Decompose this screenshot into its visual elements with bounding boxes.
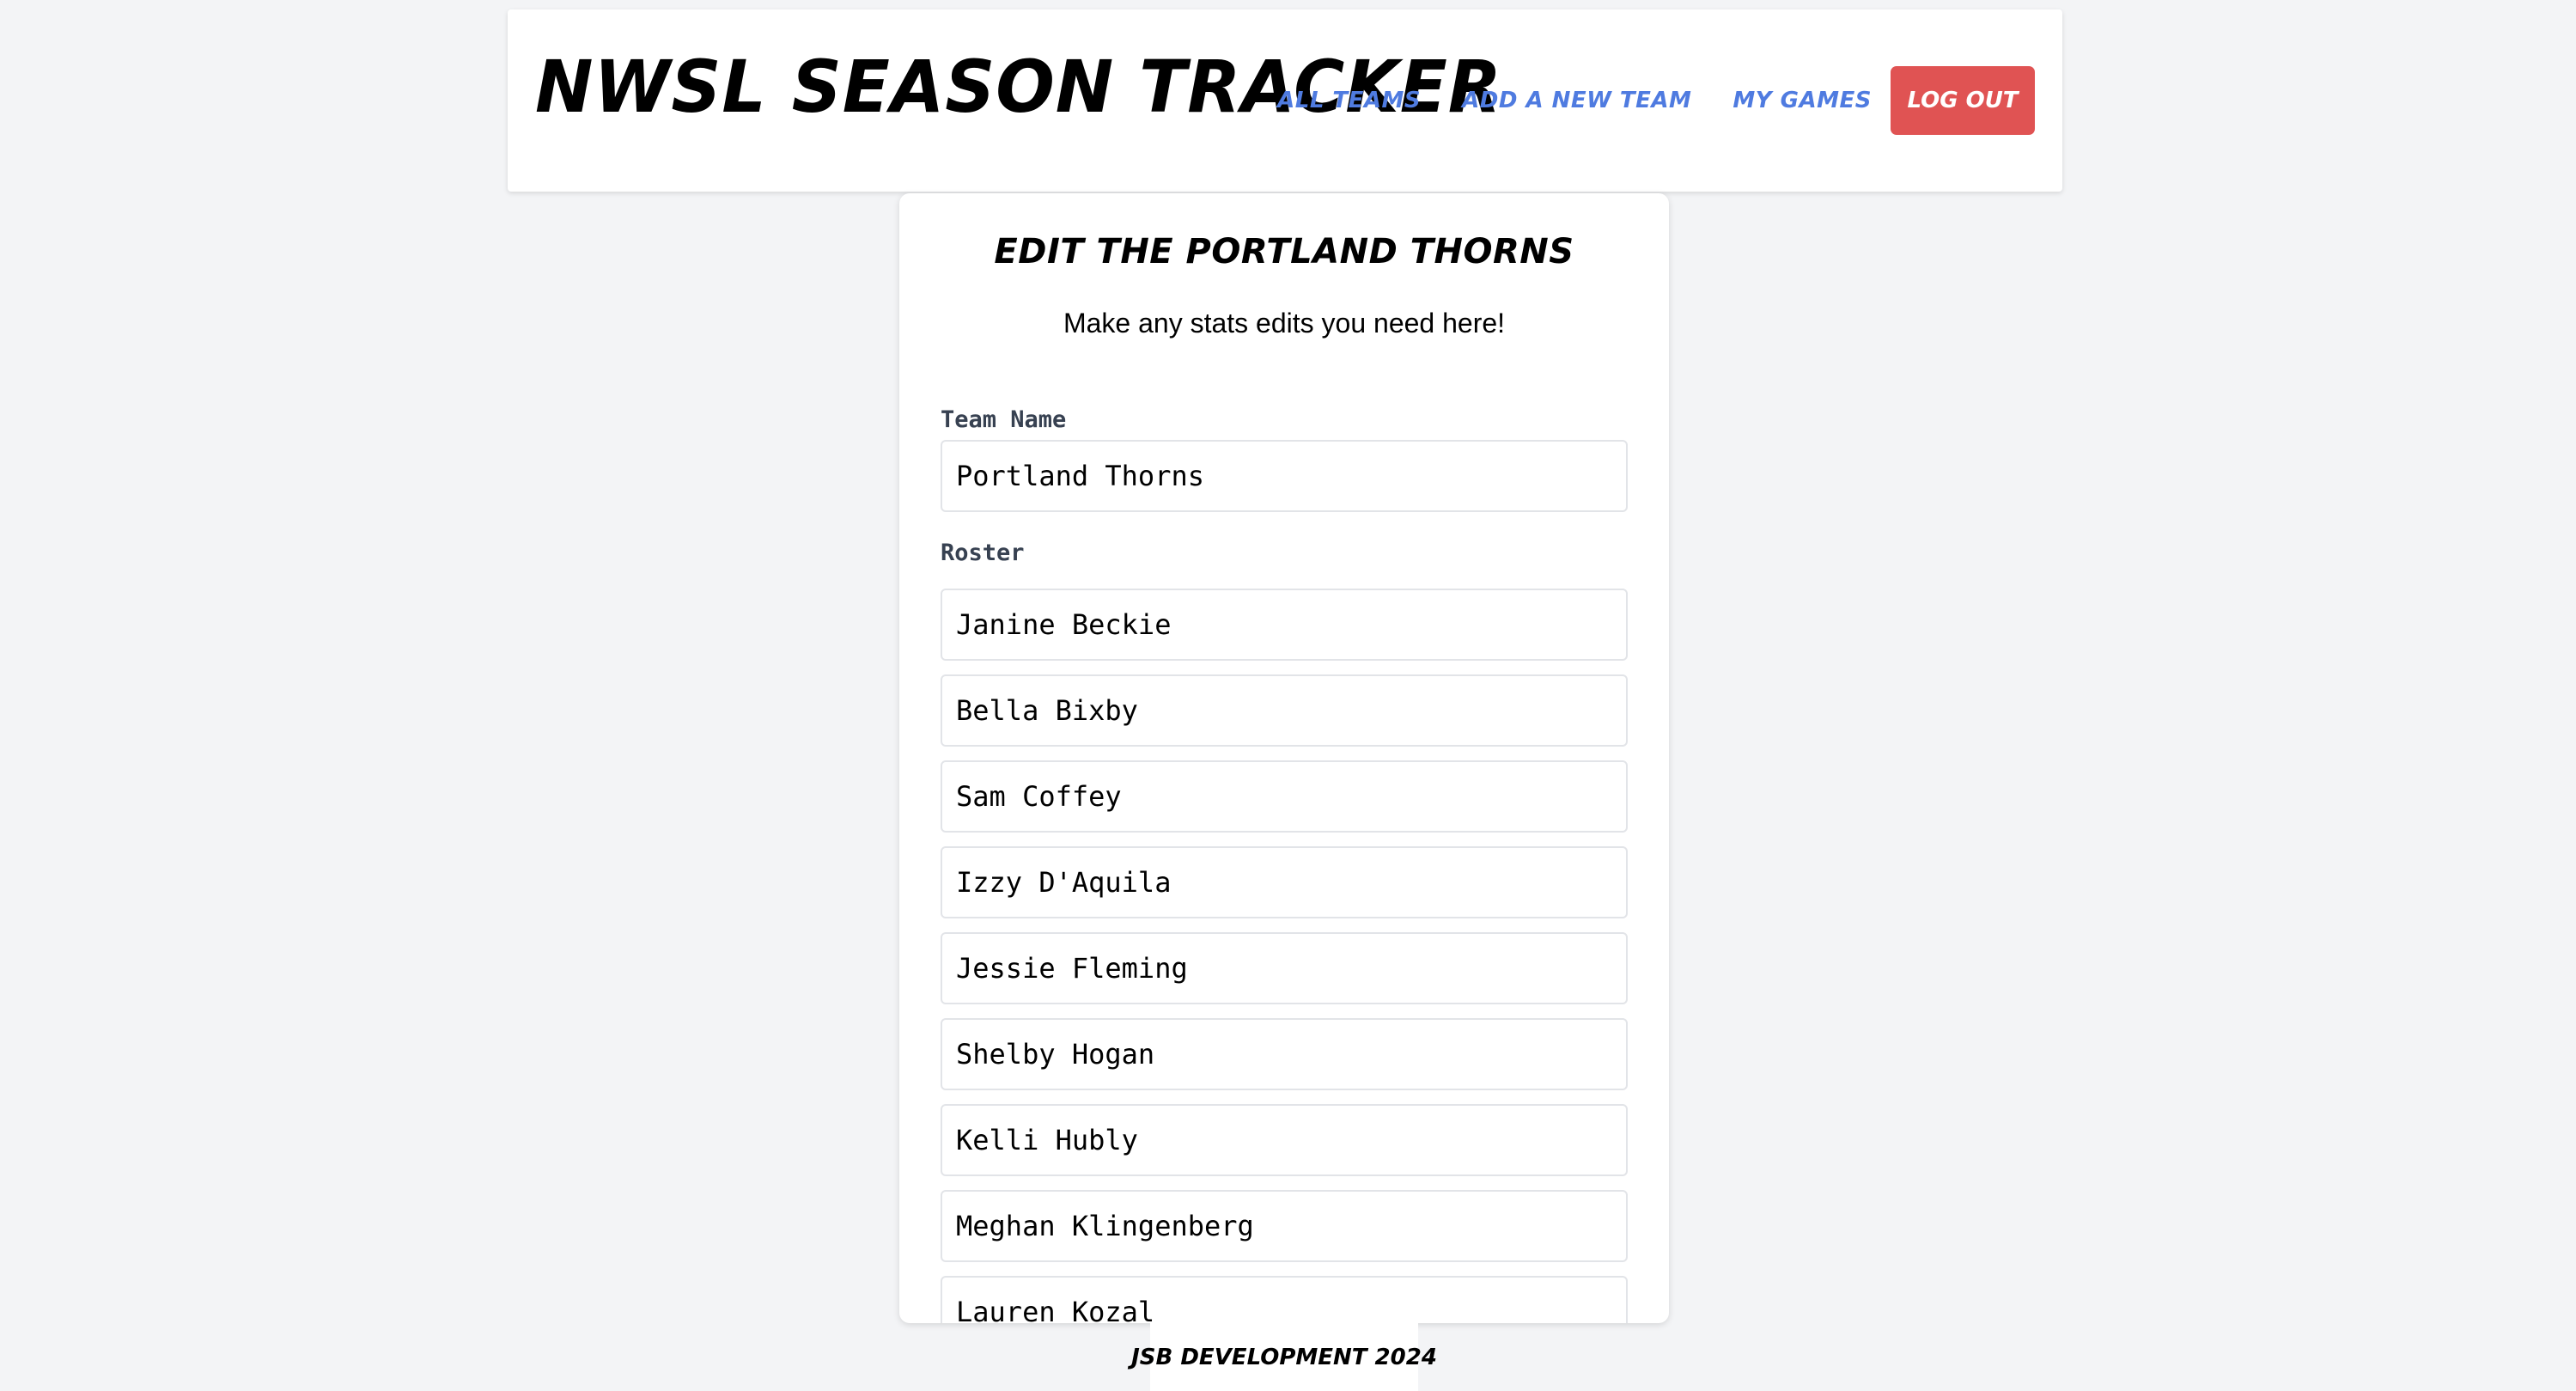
roster-label: Roster: [941, 540, 1025, 566]
team-name-label: Team Name: [941, 406, 1067, 433]
nav-add-team-link[interactable]: ADD A NEW TEAM: [1462, 88, 1691, 113]
edit-team-form: Team Name Roster: [941, 406, 1628, 1323]
roster-player-input[interactable]: [941, 1104, 1628, 1176]
roster-player-input[interactable]: [941, 760, 1628, 833]
team-name-input[interactable]: [941, 440, 1628, 512]
roster-list: [941, 589, 1628, 1323]
roster-player-input[interactable]: [941, 589, 1628, 661]
roster-player-input[interactable]: [941, 1276, 1628, 1323]
roster-player-input[interactable]: [941, 1190, 1628, 1262]
nav-my-games-link[interactable]: MY GAMES: [1733, 88, 1872, 113]
roster-player-input[interactable]: [941, 1018, 1628, 1090]
nav-all-teams-link[interactable]: ALL TEAMS: [1277, 88, 1421, 113]
site-header: NWSL SEASON TRACKER ALL TEAMS ADD A NEW …: [508, 9, 2062, 192]
site-footer: JSB DEVELOPMENT 2024: [1131, 1323, 1437, 1391]
roster-player-input[interactable]: [941, 674, 1628, 747]
roster-player-input[interactable]: [941, 932, 1628, 1004]
main-nav: ALL TEAMS ADD A NEW TEAM MY GAMES LOG OU…: [1277, 66, 2035, 135]
edit-team-title: EDIT THE PORTLAND THORNS: [994, 232, 1574, 271]
logout-button[interactable]: LOG OUT: [1891, 66, 2035, 135]
footer-copyright: JSB DEVELOPMENT 2024: [1131, 1345, 1437, 1370]
edit-team-subtitle: Make any stats edits you need here!: [1063, 308, 1506, 339]
edit-team-card: EDIT THE PORTLAND THORNS Make any stats …: [899, 193, 1669, 1323]
roster-player-input[interactable]: [941, 846, 1628, 918]
